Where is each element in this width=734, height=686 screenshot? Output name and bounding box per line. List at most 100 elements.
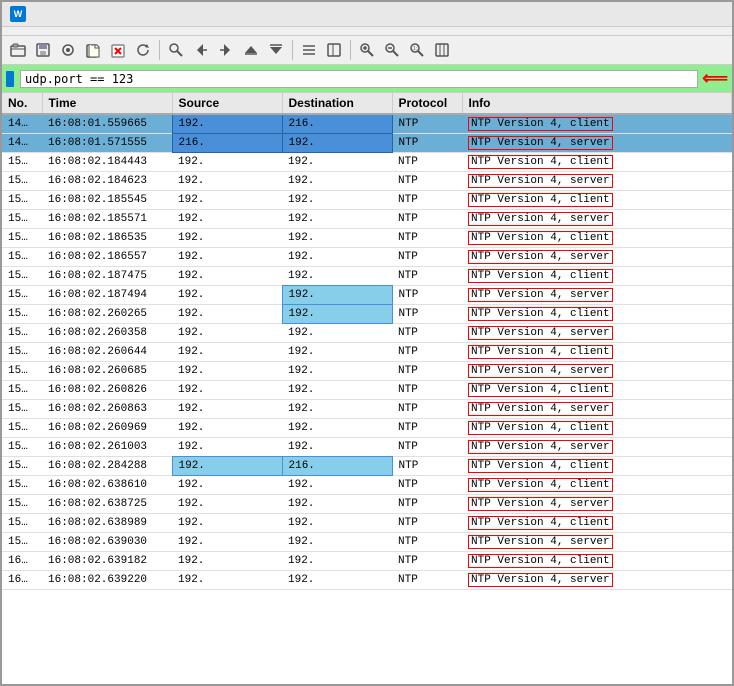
header-info: Info (462, 93, 732, 114)
cell-no: 15… (2, 533, 42, 552)
zoom-out-button[interactable] (380, 39, 404, 61)
cell-info: NTP Version 4, server (462, 210, 732, 229)
cell-source: 192. (172, 552, 282, 571)
cell-source: 192. (172, 267, 282, 286)
zoom-reset-button[interactable]: 1:1 (405, 39, 429, 61)
header-no: No. (2, 93, 42, 114)
cell-time: 16:08:02.187475 (42, 267, 172, 286)
cell-time: 16:08:02.638610 (42, 476, 172, 495)
cell-protocol: NTP (392, 210, 462, 229)
menu-statistics[interactable] (114, 29, 130, 33)
cell-time: 16:08:02.638725 (42, 495, 172, 514)
zoom-in-button[interactable] (355, 39, 379, 61)
menu-capture[interactable] (78, 29, 94, 33)
cell-destination: 192. (282, 286, 392, 305)
reload-button[interactable] (131, 39, 155, 61)
table-row[interactable]: 15…16:08:02.638610192.192.NTPNTP Version… (2, 476, 732, 495)
header-source: Source (172, 93, 282, 114)
main-window: W (0, 0, 734, 686)
find-button[interactable] (164, 39, 188, 61)
cell-no: 14… (2, 134, 42, 153)
cell-source: 192. (172, 438, 282, 457)
cell-source: 192. (172, 571, 282, 590)
menu-go[interactable] (60, 29, 76, 33)
cell-protocol: NTP (392, 381, 462, 400)
table-row[interactable]: 15…16:08:02.260685192.192.NTPNTP Version… (2, 362, 732, 381)
table-row[interactable]: 15…16:08:02.185545192.192.NTPNTP Version… (2, 191, 732, 210)
scroll-top-button[interactable] (239, 39, 263, 61)
back-button[interactable] (189, 39, 213, 61)
cell-time: 16:08:02.184443 (42, 153, 172, 172)
table-row[interactable]: 15…16:08:02.261003192.192.NTPNTP Version… (2, 438, 732, 457)
columns-button[interactable] (322, 39, 346, 61)
menu-help[interactable] (186, 29, 202, 33)
table-row[interactable]: 15…16:08:02.184443192.192.NTPNTP Version… (2, 153, 732, 172)
cell-info: NTP Version 4, client (462, 476, 732, 495)
cell-info: NTP Version 4, client (462, 267, 732, 286)
cell-source: 192. (172, 191, 282, 210)
menu-view[interactable] (42, 29, 58, 33)
table-row[interactable]: 15…16:08:02.187475192.192.NTPNTP Version… (2, 267, 732, 286)
open-button[interactable] (6, 39, 30, 61)
cell-destination: 192. (282, 210, 392, 229)
resize-columns-button[interactable] (430, 39, 454, 61)
table-row[interactable]: 15…16:08:02.184623192.192.NTPNTP Version… (2, 172, 732, 191)
filter-input[interactable] (20, 70, 698, 88)
menu-telephony[interactable] (132, 29, 148, 33)
cell-source: 192. (172, 305, 282, 324)
cell-source: 192. (172, 419, 282, 438)
cell-source: 192. (172, 114, 282, 134)
list-button[interactable] (297, 39, 321, 61)
table-row[interactable]: 16…16:08:02.639220192.192.NTPNTP Version… (2, 571, 732, 590)
filter-color-indicator (6, 71, 14, 87)
cell-info: NTP Version 4, client (462, 419, 732, 438)
table-row[interactable]: 15…16:08:02.638989192.192.NTPNTP Version… (2, 514, 732, 533)
cell-time: 16:08:02.639030 (42, 533, 172, 552)
table-row[interactable]: 15…16:08:02.260826192.192.NTPNTP Version… (2, 381, 732, 400)
cell-source: 192. (172, 248, 282, 267)
cell-destination: 192. (282, 571, 392, 590)
table-row[interactable]: 16…16:08:02.639182192.192.NTPNTP Version… (2, 552, 732, 571)
cell-no: 14… (2, 114, 42, 134)
menu-edit[interactable] (24, 29, 40, 33)
close-file-button[interactable] (106, 39, 130, 61)
table-row[interactable]: 15…16:08:02.260644192.192.NTPNTP Version… (2, 343, 732, 362)
table-row[interactable]: 15…16:08:02.260863192.192.NTPNTP Version… (2, 400, 732, 419)
cell-destination: 192. (282, 476, 392, 495)
table-row[interactable]: 14…16:08:01.571555216.192.NTPNTP Version… (2, 134, 732, 153)
scroll-bottom-button[interactable] (264, 39, 288, 61)
cell-source: 192. (172, 381, 282, 400)
table-row[interactable]: 15…16:08:02.260358192.192.NTPNTP Version… (2, 324, 732, 343)
menu-file[interactable] (6, 29, 22, 33)
table-row[interactable]: 15…16:08:02.638725192.192.NTPNTP Version… (2, 495, 732, 514)
cell-time: 16:08:02.260685 (42, 362, 172, 381)
table-row[interactable]: 15…16:08:02.260265192.192.NTPNTP Version… (2, 305, 732, 324)
cell-destination: 192. (282, 343, 392, 362)
cell-time: 16:08:02.186535 (42, 229, 172, 248)
forward-button[interactable] (214, 39, 238, 61)
table-row[interactable]: 15…16:08:02.284288192.216.NTPNTP Version… (2, 457, 732, 476)
table-row[interactable]: 15…16:08:02.185571192.192.NTPNTP Version… (2, 210, 732, 229)
table-row[interactable]: 14…16:08:01.559665192.216.NTPNTP Version… (2, 114, 732, 134)
cell-time: 16:08:02.185571 (42, 210, 172, 229)
save-button[interactable] (31, 39, 55, 61)
menu-tools[interactable] (168, 29, 184, 33)
cell-no: 15… (2, 229, 42, 248)
table-row[interactable]: 15…16:08:02.186535192.192.NTPNTP Version… (2, 229, 732, 248)
cell-protocol: NTP (392, 514, 462, 533)
cell-no: 15… (2, 210, 42, 229)
cell-info: NTP Version 4, server (462, 533, 732, 552)
menu-analyze[interactable] (96, 29, 112, 33)
cell-info: NTP Version 4, client (462, 514, 732, 533)
capture-button[interactable] (56, 39, 80, 61)
cell-protocol: NTP (392, 552, 462, 571)
table-row[interactable]: 15…16:08:02.187494192.192.NTPNTP Version… (2, 286, 732, 305)
svg-text:1:1: 1:1 (413, 46, 420, 52)
table-row[interactable]: 15…16:08:02.260969192.192.NTPNTP Version… (2, 419, 732, 438)
new-button[interactable] (81, 39, 105, 61)
cell-destination: 192. (282, 514, 392, 533)
menu-wireless[interactable] (150, 29, 166, 33)
table-row[interactable]: 15…16:08:02.639030192.192.NTPNTP Version… (2, 533, 732, 552)
cell-protocol: NTP (392, 267, 462, 286)
table-row[interactable]: 15…16:08:02.186557192.192.NTPNTP Version… (2, 248, 732, 267)
